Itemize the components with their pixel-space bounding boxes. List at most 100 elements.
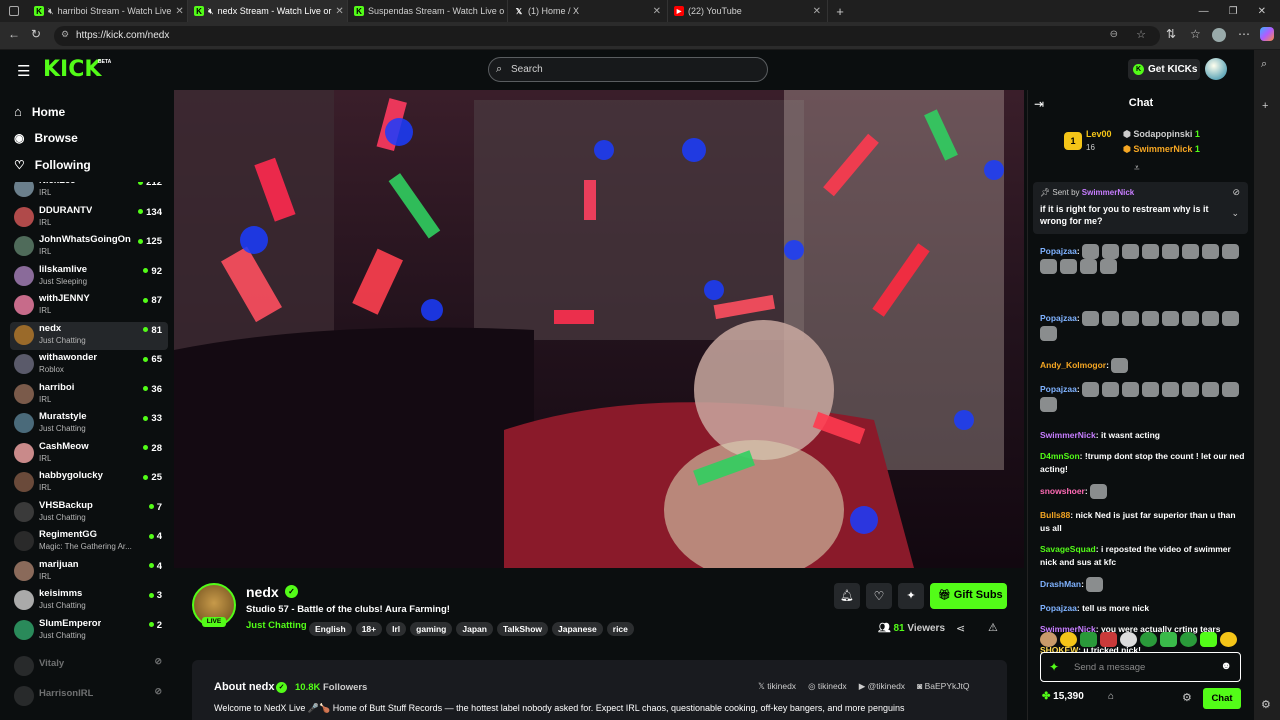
sidebar-channel-lilskamlive[interactable]: lilskamlive Just Sleeping 92 [10, 263, 168, 291]
close-icon[interactable]: ✕ [335, 6, 343, 17]
discord-social-link[interactable]: ◙ BaEPYkJtQ [917, 681, 969, 692]
get-kicks-button[interactable]: K Get KICKs [1128, 59, 1200, 80]
leaderboard-user[interactable]: ⬢ SwimmerNick 1 [1123, 144, 1200, 155]
search-icon[interactable]: ⌕ [1261, 58, 1267, 71]
nav-following[interactable]: ♡ Following [14, 158, 91, 172]
sidebar-channel-marijuan[interactable]: marijuan IRL 4 [10, 558, 168, 586]
emote-icon[interactable] [1160, 632, 1177, 647]
emote-icon[interactable] [1040, 632, 1057, 647]
unpin-icon[interactable]: ⊘ [1232, 187, 1240, 198]
speaker-muted-icon[interactable]: 🔇︎ [48, 6, 54, 17]
sidebar-channel-harrisonirl[interactable]: HarrisonIRL ⊘ [10, 683, 168, 711]
chat-username[interactable]: SavageSquad [1040, 544, 1096, 554]
close-window-icon[interactable]: ✕ [1258, 6, 1266, 17]
leaderboard-user[interactable]: Lev00 [1086, 129, 1112, 139]
site-info-icon[interactable]: ⚙ [61, 29, 69, 40]
speaker-muted-icon[interactable]: 🔇︎ [208, 6, 214, 17]
tag-chip[interactable]: Irl [386, 622, 407, 636]
reload-icon[interactable]: ↻ [31, 27, 41, 41]
emote-icon[interactable] [1220, 632, 1237, 647]
sidebar-channel-johnwhatsgoingon[interactable]: JohnWhatsGoingOn IRL 125 [10, 233, 168, 261]
sidebar-channel-slumemperor[interactable]: SlumEmperor Just Chatting 2 [10, 617, 168, 645]
sidebar-channel-habbygolucky[interactable]: habbygolucky IRL 25 [10, 469, 168, 497]
reader-mode-icon[interactable]: ⊖ [1110, 29, 1118, 40]
emote-icon[interactable] [1200, 632, 1217, 647]
kicks-balance[interactable]: ✤ 15,390 [1042, 691, 1084, 702]
share-icon[interactable]: ⋖ [956, 622, 965, 635]
maximize-icon[interactable]: ❐ [1229, 6, 1238, 17]
chat-username[interactable]: Popajzaa [1040, 312, 1077, 322]
browser-tab-suspendas[interactable]: K Suspendas Stream - Watch Live o ✕ [348, 0, 508, 22]
user-avatar[interactable] [1205, 58, 1227, 80]
search-input[interactable]: ⌕ Search [488, 57, 768, 82]
emote-icon[interactable] [1080, 632, 1097, 647]
store-icon[interactable]: ⌂ [1108, 691, 1114, 702]
sidebar-channel-withjenny[interactable]: withJENNY IRL 87 [10, 292, 168, 320]
x-social-link[interactable]: 𝕏 tikinedx [758, 681, 796, 692]
chat-username[interactable]: SwimmerNick [1040, 430, 1096, 440]
send-chat-button[interactable]: Chat [1203, 688, 1241, 709]
kick-logo[interactable]: KICK [43, 57, 101, 82]
tag-chip[interactable]: Japan [456, 622, 493, 636]
youtube-social-link[interactable]: ▶ @tikinedx [859, 681, 905, 692]
sidebar-channel-muratstyle[interactable]: Muratstyle Just Chatting 33 [10, 410, 168, 438]
profile-avatar[interactable] [1212, 28, 1226, 42]
sidebar-channel-harriboi[interactable]: harriboi IRL 36 [10, 381, 168, 409]
instagram-social-link[interactable]: ◎ tikinedx [808, 681, 847, 692]
copilot-icon[interactable] [1260, 27, 1274, 41]
emote-icon[interactable] [1060, 632, 1077, 647]
sidebar-channel-vitaly[interactable]: Vitaly ⊘ [10, 653, 168, 681]
sparkle-button[interactable]: ✦ [898, 583, 924, 609]
chat-username[interactable]: Andy_Kolmogor [1040, 359, 1106, 369]
minimize-icon[interactable]: — [1199, 6, 1209, 17]
new-tab-button[interactable]: + [828, 4, 852, 19]
sidebar-channel-nicklee[interactable]: NickLee IRL 212 [10, 182, 168, 202]
tag-chip[interactable]: 18+ [355, 622, 383, 636]
tag-chip[interactable]: TalkShow [496, 622, 549, 636]
chat-username[interactable]: Bulls88 [1040, 510, 1070, 520]
follow-button[interactable]: ♡ [866, 583, 892, 609]
tag-chip[interactable]: English [309, 622, 352, 636]
sidebar-channel-vhsbackup[interactable]: VHSBackup Just Chatting 7 [10, 499, 168, 527]
sidebar-channel-withawonder[interactable]: withawonder Roblox 65 [10, 351, 168, 379]
emote-icon[interactable] [1140, 632, 1157, 647]
kicks-sparkle-icon[interactable]: ✦ [1049, 660, 1059, 674]
chat-username[interactable]: DrashMan [1040, 579, 1081, 589]
browser-tab-x[interactable]: 𝕏 (1) Home / X ✕ [508, 0, 668, 22]
close-icon[interactable]: ✕ [813, 6, 821, 17]
chat-username[interactable]: Popajzaa [1040, 603, 1077, 613]
sidebar-channel-regimentgg[interactable]: RegimentGG Magic: The Gathering Ar... 4 [10, 528, 168, 556]
leaderboard-user[interactable]: ⬢ Sodapopinski 1 [1123, 129, 1200, 140]
emote-icon[interactable] [1120, 632, 1137, 647]
close-icon[interactable]: ✕ [175, 6, 183, 17]
chat-username[interactable]: D4mnSon [1040, 451, 1080, 461]
report-warning-icon[interactable]: ⚠ [988, 621, 998, 634]
add-icon[interactable]: + [1262, 100, 1268, 112]
emote-icon[interactable] [1100, 632, 1117, 647]
sidebar-channel-ddurantv[interactable]: DDURANTV IRL 134 [10, 204, 168, 232]
sidebar-channel-cashmeow[interactable]: CashMeow IRL 28 [10, 440, 168, 468]
expand-leaderboard-icon[interactable]: ⩡ [1134, 163, 1140, 174]
video-player[interactable] [174, 90, 1024, 568]
emote-icon[interactable] [1180, 632, 1197, 647]
tag-chip[interactable]: Japanese [552, 622, 603, 636]
settings-gear-icon[interactable]: ⚙ [1261, 698, 1271, 711]
stream-category-link[interactable]: Just Chatting [246, 620, 307, 631]
nav-browse[interactable]: ◉ Browse [14, 131, 78, 145]
favorite-star-icon[interactable]: ☆ [1136, 28, 1146, 41]
browser-tab-nedx[interactable]: K 🔇︎ nedx Stream - Watch Live or ✕ [188, 0, 348, 22]
browser-tab-harriboi[interactable]: K 🔇︎ harriboi Stream - Watch Live ✕ [28, 0, 188, 22]
chat-username[interactable]: Popajzaa [1040, 384, 1077, 394]
tag-chip[interactable]: gaming [410, 622, 453, 636]
chat-settings-gear-icon[interactable]: ⚙ [1182, 691, 1192, 704]
browser-tab-youtube[interactable]: ▶ (22) YouTube ✕ [668, 0, 828, 22]
chat-username[interactable]: Popajzaa [1040, 246, 1077, 256]
gift-subs-button[interactable]: 🎁︎ Gift Subs [930, 583, 1007, 609]
extensions-icon[interactable]: ⇅ [1166, 27, 1176, 41]
tag-chip[interactable]: rice [606, 622, 634, 636]
back-icon[interactable]: ← [8, 27, 20, 41]
channel-name[interactable]: nedx [246, 584, 279, 600]
chat-username[interactable]: snowshoer [1040, 486, 1085, 496]
more-menu-icon[interactable]: ⋯ [1238, 27, 1250, 41]
url-field[interactable]: ⚙ https://kick.com/nedx ⊖ ☆ [54, 26, 1160, 46]
